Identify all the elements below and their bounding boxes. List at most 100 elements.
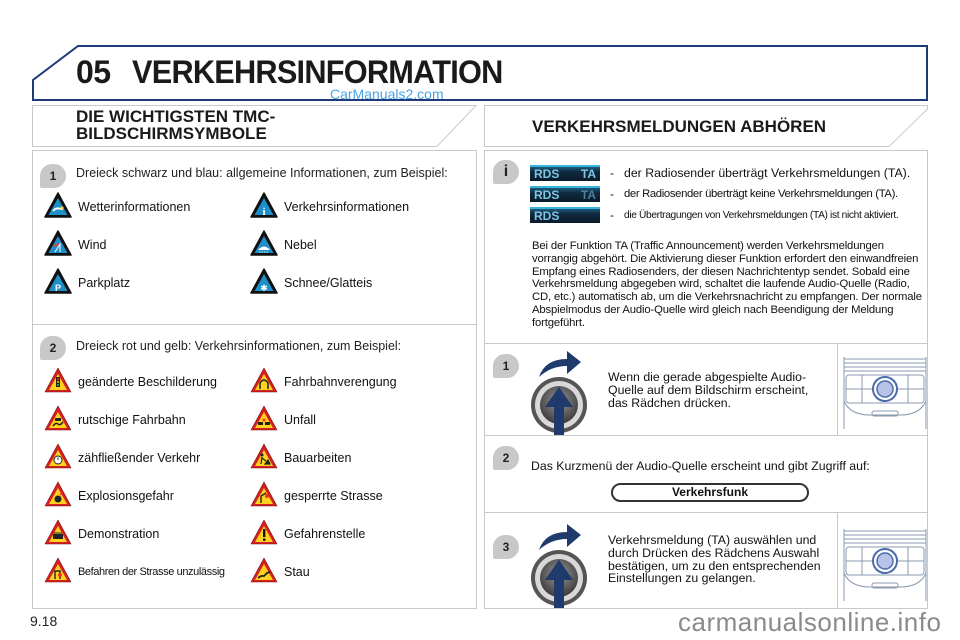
sign-label: Nebel (284, 238, 317, 252)
ta-label: TA (580, 188, 596, 202)
road-closed-icon (250, 481, 278, 512)
step-2-text: Das Kurzmenü der Audio-Quelle erscheint … (531, 459, 870, 473)
chapter-number: 05 (76, 54, 111, 90)
sign-list-item: Stau (250, 557, 310, 586)
rds-status-row: RDS TA - der Radiosender überträgt Verkehrs… (530, 164, 910, 182)
sign-list-item: Nebel (250, 229, 317, 261)
sign-list-item: i Verkehrsinformationen (250, 191, 410, 223)
rotary-knob-press-icon (525, 520, 595, 610)
rds-ta-indicator: RDS (530, 207, 600, 223)
rds-label: RDS (534, 209, 560, 223)
dash-separator: - (610, 166, 614, 180)
no-entry-road-icon (44, 557, 72, 588)
rotary-knob-press-icon (525, 347, 595, 437)
ta-label: TA (580, 167, 596, 181)
sign-list-item: Fahrbahnverengung (250, 367, 397, 398)
svg-text:✱: ✱ (260, 283, 268, 293)
sign-label: Gefahrenstelle (284, 527, 366, 541)
dash-separator: - (610, 208, 614, 222)
page-number: 9.18 (30, 613, 58, 629)
rds-ta-indicator: RDS TA (530, 186, 600, 202)
sign-label: Wetterinformationen (78, 200, 191, 214)
verkehrsfunk-menu-button[interactable]: Verkehrsfunk (611, 483, 809, 502)
info-icon: i (250, 191, 278, 223)
sign-label: gesperrte Strasse (284, 489, 383, 503)
sign-list-item: Unfall (250, 405, 316, 436)
sign-list-item: Explosionsgefahr (44, 481, 174, 512)
sign-label: Verkehrsinformationen (284, 200, 410, 214)
sign-list-item: Befahren der Strasse unzulässig (44, 557, 225, 588)
svg-text:i: i (262, 206, 265, 218)
explosion-icon (44, 481, 72, 512)
sign-list-item: Gefahrenstelle (250, 519, 366, 550)
audio-console-illustration (840, 353, 930, 431)
step-badge-2: 2 (493, 446, 519, 470)
rds-label: RDS (534, 188, 560, 202)
group2-intro: Dreieck rot und gelb: Verkehrsinformatio… (76, 339, 402, 353)
info-badge: i (493, 160, 519, 184)
roadworks-icon (250, 443, 278, 474)
sign-list-item: Wetterinformationen (44, 191, 191, 223)
step-badge-1: 1 (493, 354, 519, 378)
parking-icon: P (44, 267, 72, 299)
watermark-link[interactable]: CarManuals2.com (330, 86, 444, 102)
slippery-road-icon (44, 405, 72, 436)
section-title-tmc-symbols: DIE WICHTIGSTEN TMC- BILDSCHIRMSYMBOLE (32, 105, 477, 147)
sign-list-item: ✱ Schnee/Glatteis (250, 267, 373, 299)
section-title-text: VERKEHRSMELDUNGEN ABHÖREN (532, 117, 827, 136)
sign-list-item: Bauarbeiten (250, 443, 352, 474)
sign-list-item: geänderte Beschilderung (44, 367, 217, 398)
watermark-footer: carmanualsonline.info (678, 607, 942, 637)
sign-label: Schnee/Glatteis (284, 276, 373, 290)
svg-text:P: P (55, 283, 61, 293)
section-title-line1: DIE WICHTIGSTEN TMC- (76, 107, 276, 126)
console-divider (837, 513, 838, 608)
sign-label: rutschige Fahrbahn (78, 413, 186, 427)
section-title-traffic-announcements: VERKEHRSMELDUNGEN ABHÖREN (484, 105, 928, 147)
sign-list-item: Demonstration (44, 519, 160, 550)
wind-icon (44, 229, 72, 261)
sign-list-item: Wind (44, 229, 107, 261)
dash-separator: - (610, 187, 614, 201)
exclamation-icon (250, 519, 278, 550)
sign-label: zähfließender Verkehr (78, 451, 201, 465)
weather-icon (44, 191, 72, 223)
sign-label: Explosionsgefahr (78, 489, 174, 503)
chapter-title: VERKEHRSINFORMATION (132, 54, 503, 90)
group1-intro: Dreieck schwarz und blau: allgemeine Inf… (76, 166, 448, 180)
demonstration-icon (44, 519, 72, 550)
traffic-light-icon (44, 367, 72, 398)
rds-description: die Übertragungen von Verkehrsmeldungen … (624, 209, 899, 221)
sign-list-item: rutschige Fahrbahn (44, 405, 186, 436)
sign-label: Stau (284, 565, 310, 579)
step-3-text: Verkehrsmeldung (TA) auswählen und durch… (608, 533, 821, 586)
road-narrows-icon (250, 367, 278, 398)
step-badge-2: 2 (40, 336, 66, 360)
accident-icon (250, 405, 278, 436)
sign-list-item: P Parkplatz (44, 267, 131, 299)
section-title-line2: BILDSCHIRMSYMBOLE (76, 124, 267, 143)
step-badge-3: 3 (493, 535, 519, 559)
snowflake-icon: ✱ (250, 267, 278, 299)
rds-label: RDS (534, 167, 560, 181)
sign-label: Bauarbeiten (284, 451, 352, 465)
rds-status-row: RDS TA - der Radiosender überträgt keine Ve… (530, 185, 898, 203)
sign-label: Unfall (284, 413, 316, 427)
rds-description: der Radiosender überträgt keine Verkehrs… (624, 188, 898, 200)
sign-label: Befahren der Strasse unzulässig (78, 566, 225, 578)
console-divider (837, 344, 838, 435)
sign-label: Fahrbahnverengung (284, 375, 397, 389)
step-badge-1: 1 (40, 164, 66, 188)
sign-list-item: zähfließender Verkehr (44, 443, 201, 474)
step-1-text: Wenn die gerade abgespielte Audio-Quelle… (608, 370, 809, 410)
rds-status-row: RDS - die Übertragungen von Verkehrsmeldun… (530, 206, 899, 224)
rds-ta-indicator: RDS TA (530, 165, 600, 181)
audio-console-illustration (840, 525, 930, 603)
sign-label: Parkplatz (78, 276, 131, 290)
sign-label: Wind (78, 238, 107, 252)
slow-traffic-icon (44, 443, 72, 474)
sign-label: Demonstration (78, 527, 160, 541)
fog-icon (250, 229, 278, 261)
rds-description: der Radiosender überträgt Verkehrsmeldun… (624, 166, 911, 180)
panel-divider (32, 324, 477, 325)
